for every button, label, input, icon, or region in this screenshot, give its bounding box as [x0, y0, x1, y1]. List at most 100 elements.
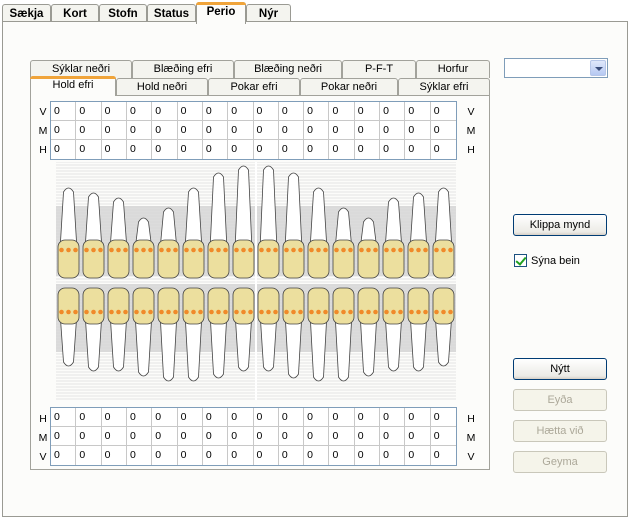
upper_grid-cell[interactable]: 0 [405, 102, 431, 121]
lower_grid-cell[interactable]: 0 [202, 427, 229, 446]
upper_grid-cell[interactable]: 0 [254, 140, 279, 159]
upper_grid-cell[interactable]: 0 [304, 102, 330, 121]
lower_grid-cell[interactable]: 0 [76, 446, 102, 465]
lower_grid-cell[interactable]: 0 [51, 408, 77, 427]
upper_grid-cell[interactable]: 0 [279, 140, 305, 159]
upper_grid-cell[interactable]: 0 [355, 140, 381, 159]
lower_grid-cell[interactable]: 0 [304, 446, 330, 465]
upper_grid-cell[interactable]: 0 [126, 121, 153, 140]
lower_grid-cell[interactable]: 0 [51, 427, 77, 446]
lower_grid-cell[interactable]: 0 [253, 408, 279, 427]
new-button[interactable]: Nýtt [513, 358, 607, 380]
lower_grid-cell[interactable]: 0 [228, 446, 254, 465]
lower_grid-cell[interactable]: 0 [101, 427, 127, 446]
upper_grid-cell[interactable]: 0 [228, 121, 254, 140]
upper_grid-cell[interactable]: 0 [152, 102, 178, 121]
lower_grid-cell[interactable]: 0 [102, 446, 127, 465]
upper_grid-cell[interactable]: 0 [76, 102, 102, 121]
subtab-hold-efri[interactable]: Hold efri [30, 76, 116, 96]
upper_grid-cell[interactable]: 0 [430, 121, 456, 140]
lower_grid-cell[interactable]: 0 [202, 408, 229, 427]
lower_grid-cell[interactable]: 0 [51, 446, 77, 465]
upper_grid-cell[interactable]: 0 [152, 140, 178, 159]
upper_grid-cell[interactable]: 0 [329, 140, 355, 159]
upper_grid-cell[interactable]: 0 [101, 121, 127, 140]
upper_grid-cell[interactable]: 0 [202, 102, 229, 121]
upper_grid-cell[interactable]: 0 [278, 121, 305, 140]
upper_grid-cell[interactable]: 0 [51, 121, 77, 140]
upper_grid-cell[interactable]: 0 [405, 140, 431, 159]
upper_grid-cell[interactable]: 0 [304, 121, 330, 140]
lower_grid-cell[interactable]: 0 [405, 408, 431, 427]
lower_grid-cell[interactable]: 0 [254, 446, 279, 465]
upper_grid-cell[interactable]: 0 [380, 121, 406, 140]
upper_grid-cell[interactable]: 0 [76, 121, 102, 140]
upper_grid-cell[interactable]: 0 [202, 121, 229, 140]
tab-perio[interactable]: Perio [196, 2, 246, 24]
lower_grid-cell[interactable]: 0 [430, 408, 456, 427]
lower_grid-cell[interactable]: 0 [304, 408, 330, 427]
subtab-pft[interactable]: P-F-T [342, 60, 416, 78]
lower_grid-cell[interactable]: 0 [329, 408, 355, 427]
lower_grid-cell[interactable]: 0 [76, 427, 102, 446]
upper_grid-cell[interactable]: 0 [228, 140, 254, 159]
upper_grid-cell[interactable]: 0 [51, 140, 77, 159]
upper_grid-cell[interactable]: 0 [405, 121, 431, 140]
subtab-pokar-nedri[interactable]: Pokar neðri [300, 78, 398, 96]
cancel-button[interactable]: Hætta við [513, 420, 607, 442]
lower_grid-cell[interactable]: 0 [76, 408, 102, 427]
subtab-syklar-efri[interactable]: Sýklar efri [398, 78, 490, 96]
lower_grid-cell[interactable]: 0 [279, 446, 305, 465]
upper_grid-cell[interactable]: 0 [177, 102, 203, 121]
upper_grid-cell[interactable]: 0 [329, 121, 355, 140]
lower_grid-cell[interactable]: 0 [126, 427, 153, 446]
lower_grid-cell[interactable]: 0 [355, 446, 381, 465]
lower_grid-cell[interactable]: 0 [380, 427, 406, 446]
lower_grid-cell[interactable]: 0 [126, 408, 153, 427]
upper_grid-cell[interactable]: 0 [76, 140, 102, 159]
upper_grid-cell[interactable]: 0 [329, 102, 355, 121]
lower_grid-cell[interactable]: 0 [228, 408, 254, 427]
lower_grid-cell[interactable]: 0 [354, 427, 381, 446]
subtab-pokar-efri[interactable]: Pokar efri [208, 78, 300, 96]
show-bone-checkbox[interactable] [514, 254, 527, 267]
lower_grid-cell[interactable]: 0 [152, 408, 178, 427]
upper_grid-cell[interactable]: 0 [126, 102, 153, 121]
show-bone-toggle[interactable]: Sýna bein [514, 254, 580, 267]
upper_grid-cell[interactable]: 0 [354, 102, 381, 121]
subtab-blaeding-nedri[interactable]: Blæðing neðri [234, 60, 342, 78]
lower_grid-cell[interactable]: 0 [278, 427, 305, 446]
lower_grid-cell[interactable]: 0 [253, 427, 279, 446]
upper_grid-cell[interactable]: 0 [430, 102, 456, 121]
lower_grid-cell[interactable]: 0 [405, 446, 431, 465]
lower_grid-cell[interactable]: 0 [405, 427, 431, 446]
tooth-select-dropdown[interactable] [504, 58, 608, 78]
upper_grid-cell[interactable]: 0 [177, 121, 203, 140]
lower_grid-cell[interactable]: 0 [152, 446, 178, 465]
lower_grid-cell[interactable]: 0 [329, 427, 355, 446]
lower_grid-cell[interactable]: 0 [354, 408, 381, 427]
lower_grid-cell[interactable]: 0 [304, 427, 330, 446]
lower_grid-cell[interactable]: 0 [431, 446, 456, 465]
subtab-hold-nedri[interactable]: Hold neðri [116, 78, 208, 96]
upper_grid-cell[interactable]: 0 [431, 140, 456, 159]
lower_grid-cell[interactable]: 0 [228, 427, 254, 446]
upper_grid-cell[interactable]: 0 [253, 102, 279, 121]
clip-image-button[interactable]: Klippa mynd [513, 214, 607, 236]
upper_grid-cell[interactable]: 0 [380, 102, 406, 121]
subtab-blaeding-efri[interactable]: Blæðing efri [132, 60, 234, 78]
upper_grid-cell[interactable]: 0 [178, 140, 203, 159]
upper_grid-cell[interactable]: 0 [304, 140, 330, 159]
upper_grid-cell[interactable]: 0 [102, 140, 127, 159]
lower_grid-cell[interactable]: 0 [177, 427, 203, 446]
upper_grid-cell[interactable]: 0 [127, 140, 153, 159]
delete-button[interactable]: Eyða [513, 389, 607, 411]
save-button[interactable]: Geyma [513, 451, 607, 473]
chevron-down-icon[interactable] [590, 60, 606, 76]
upper_grid-cell[interactable]: 0 [278, 102, 305, 121]
upper_grid-cell[interactable]: 0 [253, 121, 279, 140]
upper_grid-cell[interactable]: 0 [101, 102, 127, 121]
upper_grid-cell[interactable]: 0 [354, 121, 381, 140]
lower_grid-cell[interactable]: 0 [430, 427, 456, 446]
upper_grid-cell[interactable]: 0 [228, 102, 254, 121]
